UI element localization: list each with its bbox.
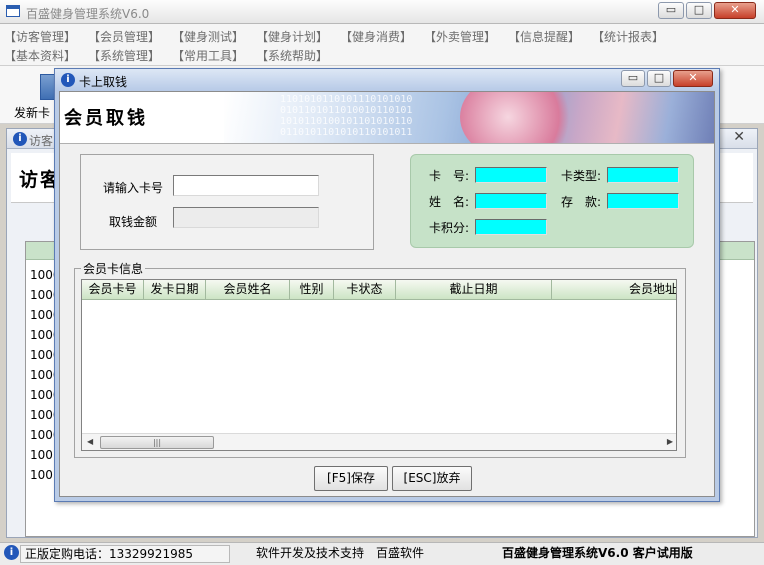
dialog-minimize-button[interactable]: ▭ [621,70,645,87]
info-icon: i [13,132,27,146]
close-button[interactable]: ✕ [714,2,756,19]
column-header-issue-date[interactable]: 发卡日期 [144,280,206,300]
banner-digits-line: 1010110100101101010110 [280,116,413,127]
banner-digits-line: 0101101011010010110101 [280,105,413,116]
dialog-window-controls: ▭ □ ✕ [621,70,713,87]
info-icon: i [4,545,19,560]
info-card-type-value [607,167,679,183]
dialog-heading: 会员取钱 [64,108,148,129]
menu-visitor-management[interactable]: 【访客管理】 [4,28,88,45]
dialog-title-bar[interactable]: i 卡上取钱 ▭ □ ✕ [55,69,719,91]
menu-bar: 【访客管理】 【会员管理】 【健身测试】 【健身计划】 【健身消费】 【外卖管理… [0,24,764,66]
info-deposit-value [607,193,679,209]
banner-binary-pattern: 1101010110101110101010 01011010110100101… [280,94,412,138]
column-header-expiry-date[interactable]: 截止日期 [396,280,552,300]
info-card-number-label: 卡 号: [429,169,470,183]
menu-system-help[interactable]: 【系统帮助】 [256,47,340,64]
info-name-value [475,193,547,209]
column-header-gender[interactable]: 性别 [290,280,334,300]
card-number-label: 请输入卡号 [103,181,164,195]
scroll-left-icon[interactable]: ◀ [87,437,93,446]
info-name-label: 姓 名: [429,195,470,209]
dialog-banner: 1101010110101110101010 01011010110100101… [60,92,714,144]
app-title: 百盛健身管理系统V6.0 [26,7,150,21]
column-header-member-name[interactable]: 会员姓名 [206,280,290,300]
dialog-maximize-button[interactable]: □ [647,70,671,87]
issue-card-label: 发新卡 [14,106,51,120]
status-edition: 百盛健身管理系统V6.0 客户试用版 [502,546,693,560]
withdraw-input-group: 请输入卡号 取钱金额 [80,154,374,250]
info-icon: i [61,73,75,87]
issue-card-button[interactable]: 发新卡 [6,68,58,122]
card-info-legend: 会员卡信息 [81,260,146,277]
banner-digits-line: 0110101101010110101011 [280,127,413,138]
menu-takeout-management[interactable]: 【外卖管理】 [424,28,508,45]
visitor-window-title: 访客 [29,134,54,148]
minimize-button[interactable]: ▭ [658,2,684,19]
cancel-button[interactable]: [ESC]放弃 [392,466,472,491]
column-header-card-status[interactable]: 卡状态 [334,280,396,300]
main-window-controls: ▭ □ ✕ [658,2,756,19]
dialog-close-button[interactable]: ✕ [673,70,713,87]
menu-basic-data[interactable]: 【基本资料】 [4,47,88,64]
card-number-input[interactable] [173,175,319,196]
info-points-value [475,219,547,235]
menu-system-management[interactable]: 【系统管理】 [88,47,172,64]
menu-common-tools[interactable]: 【常用工具】 [172,47,256,64]
horizontal-scrollbar[interactable]: ◀ ||| ▶ [82,433,676,450]
info-deposit-label: 存 款: [561,195,602,209]
scroll-right-icon[interactable]: ▶ [667,437,673,446]
dialog-body: 1101010110101110101010 01011010110100101… [59,91,715,497]
info-card-number-value [475,167,547,183]
menu-row-1: 【访客管理】 【会员管理】 【健身测试】 【健身计划】 【健身消费】 【外卖管理… [4,28,676,45]
column-header-card-number[interactable]: 会员卡号 [82,280,144,300]
grid-header: 会员卡号 发卡日期 会员姓名 性别 卡状态 截止日期 会员地址 [82,280,676,300]
menu-reports[interactable]: 【统计报表】 [592,28,676,45]
maximize-button[interactable]: □ [686,2,712,19]
menu-fitness-plan[interactable]: 【健身计划】 [256,28,340,45]
status-support: 软件开发及技术支持 百盛软件 [256,546,425,560]
menu-reminders[interactable]: 【信息提醒】 [508,28,592,45]
menu-member-management[interactable]: 【会员管理】 [88,28,172,45]
save-button[interactable]: [F5]保存 [314,466,388,491]
info-card-type-label: 卡类型: [561,169,602,183]
withdraw-dialog: i 卡上取钱 ▭ □ ✕ 1101010110101110101010 0101… [54,68,720,502]
card-info-group: 会员卡信息 会员卡号 发卡日期 会员姓名 性别 卡状态 截止日期 会员地址 ◀ … [74,260,686,458]
app-window-icon [6,5,20,17]
banner-swirl [460,92,580,143]
member-card-grid[interactable]: 会员卡号 发卡日期 会员姓名 性别 卡状态 截止日期 会员地址 ◀ ||| ▶ [81,279,677,451]
status-phone: 正版定购电话：13329921985 [20,545,230,563]
withdraw-amount-input[interactable] [173,207,319,228]
visitor-window-close-button[interactable]: ✕ [733,129,745,145]
column-header-member-address[interactable]: 会员地址 [552,280,676,300]
info-points-label: 卡积分: [429,221,470,235]
withdraw-amount-label: 取钱金额 [109,215,158,229]
member-info-panel: 卡 号: 卡类型: 姓 名: 存 款: 卡积分: [410,154,694,248]
menu-row-2: 【基本资料】 【系统管理】 【常用工具】 【系统帮助】 [4,47,340,64]
status-bar: i 正版定购电话：13329921985 软件开发及技术支持 百盛软件 百盛健身… [0,542,764,565]
menu-fitness-test[interactable]: 【健身测试】 [172,28,256,45]
dialog-title: 卡上取钱 [79,75,128,89]
banner-digits-line: 1101010110101110101010 [280,94,413,105]
main-title-bar: 百盛健身管理系统V6.0 ▭ □ ✕ [0,0,764,24]
scroll-thumb[interactable]: ||| [100,436,214,449]
menu-fitness-consumption[interactable]: 【健身消费】 [340,28,424,45]
